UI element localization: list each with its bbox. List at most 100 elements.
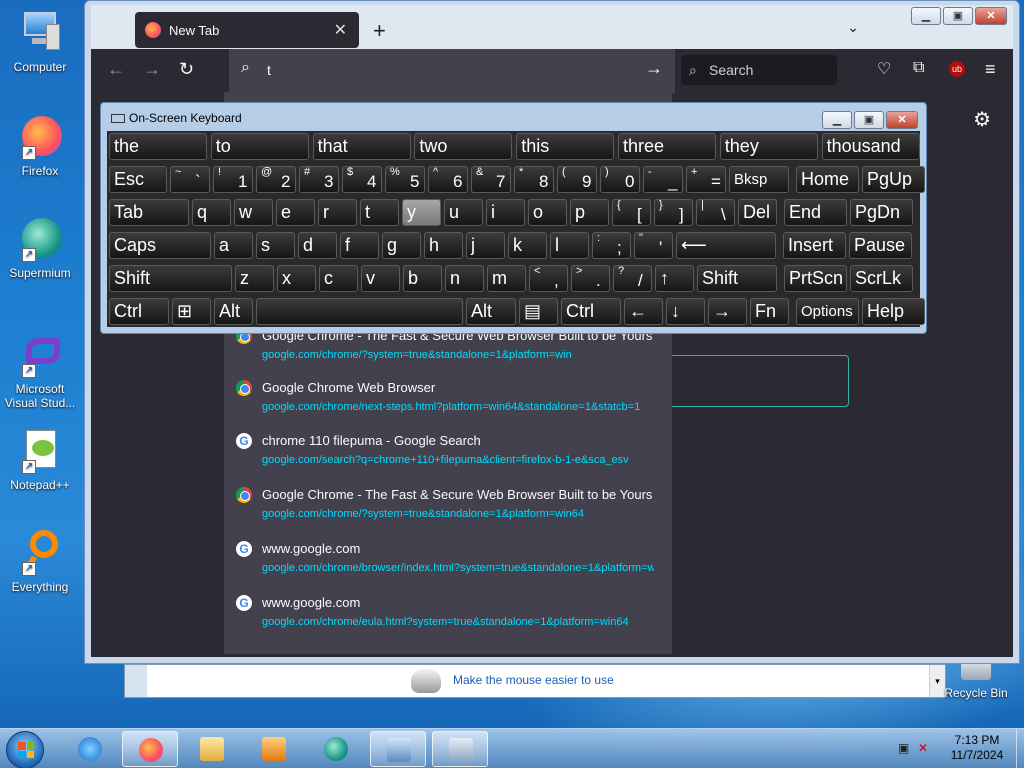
taskbar-supermium[interactable] [308,731,364,767]
pocket-icon[interactable]: ♡ [877,59,891,79]
key-d[interactable]: d [298,232,337,259]
list-all-tabs-button[interactable]: ⌄ [847,19,859,36]
close-button[interactable]: ✕ [886,111,918,129]
key-,[interactable]: <, [529,265,568,292]
taskbar-media-player[interactable] [246,731,302,767]
key-.[interactable]: >. [571,265,610,292]
key-Home[interactable]: Home [796,166,859,193]
key-9[interactable]: (9 [557,166,597,193]
key-n[interactable]: n [445,265,484,292]
start-button[interactable] [6,731,44,768]
key-i[interactable]: i [486,199,525,226]
key-Alt[interactable]: Alt [466,298,516,325]
close-button[interactable]: ✕ [975,7,1007,25]
desktop-icon-firefox[interactable]: ↗ Firefox [4,112,76,178]
show-desktop-button[interactable] [1016,729,1024,768]
key-Ctrl[interactable]: Ctrl [561,298,621,325]
key-6[interactable]: ^ 6 [428,166,468,193]
key-/[interactable]: ? / [613,265,652,292]
key-⊞[interactable]: ⊞ [172,298,211,325]
key-k[interactable]: k [508,232,547,259]
key-e[interactable]: e [276,199,315,226]
settings-gear-icon[interactable]: ⚙ [973,107,991,132]
back-icon[interactable]: ← [107,59,125,80]
key-3[interactable]: #3 [299,166,339,193]
key-;[interactable]: :; [592,232,631,259]
key-Ctrl[interactable]: Ctrl [109,298,169,325]
key-j[interactable]: j [466,232,505,259]
search-box-outline[interactable] [669,355,849,407]
key-z[interactable]: z [235,265,274,292]
key-▤[interactable]: ▤ [519,298,558,325]
key-r[interactable]: r [318,199,357,226]
key-Caps[interactable]: Caps [109,232,211,259]
key-2[interactable]: @2 [256,166,296,193]
key-7[interactable]: & 7 [471,166,511,193]
key-b[interactable]: b [403,265,442,292]
key-Pause[interactable]: Pause [849,232,912,259]
desktop-icon-recycle-bin[interactable]: Recycle Bin [944,660,1008,700]
key-space[interactable] [256,298,463,325]
extensions-icon[interactable]: ⧉ [913,59,924,77]
url-input[interactable]: t [267,62,271,78]
key-f[interactable]: f [340,232,379,259]
key-m[interactable]: m [487,265,526,292]
key-g[interactable]: g [382,232,421,259]
key-w[interactable]: w [234,199,273,226]
key-↑[interactable]: ↑ [655,265,694,292]
key-'[interactable]: " ' [634,232,673,259]
key-Tab[interactable]: Tab [109,199,189,226]
minimize-button[interactable]: ▁ [822,111,852,129]
key-Shift[interactable]: Shift [109,265,232,292]
key-8[interactable]: * 8 [514,166,554,193]
ublock-icon[interactable]: ub [949,61,965,77]
minimize-button[interactable]: ▁ [911,7,941,25]
key-↓[interactable]: ↓ [666,298,705,325]
key-4[interactable]: $4 [342,166,382,193]
search-bar[interactable]: ⌕ Search [681,55,837,85]
key-Options[interactable]: Options [796,298,859,325]
suggestion-item[interactable]: Google Chrome - The Fast & Secure Web Br… [224,481,672,533]
key-=[interactable]: + = [686,166,726,193]
key-c[interactable]: c [319,265,358,292]
key-←[interactable]: ← [624,298,663,325]
key-p[interactable]: p [570,199,609,226]
tab-new-tab[interactable]: New Tab ✕ [135,12,359,48]
taskbar-ie[interactable] [62,731,118,767]
key-Fn[interactable]: Fn [750,298,789,325]
key-x[interactable]: x [277,265,316,292]
prediction-1[interactable]: to [210,133,309,160]
reload-icon[interactable]: ↻ [179,59,194,80]
key-Esc[interactable]: Esc [109,166,167,193]
key-h[interactable]: h [424,232,463,259]
scrollbar-down-arrow[interactable]: ▾ [929,665,945,697]
prediction-0[interactable]: the [109,133,207,160]
suggestion-item[interactable]: Google Chrome Web Browser google.com/chr… [224,374,672,426]
make-mouse-easier-link[interactable]: Make the mouse easier to use [453,673,614,687]
desktop-icon-computer[interactable]: Computer [4,8,76,74]
volume-muted-icon[interactable]: ✕ [918,741,934,755]
maximize-button[interactable]: ▣ [943,7,973,25]
suggestion-item[interactable]: G www.google.com google.com/chrome/brows… [224,535,672,587]
key-u[interactable]: u [444,199,483,226]
desktop-icon-notepadpp[interactable]: ↗ Notepad++ [4,426,76,492]
key-`[interactable]: ~ ` [170,166,210,193]
prediction-6[interactable]: they [719,133,818,160]
key-PrtScn[interactable]: PrtScn [784,265,847,292]
key-o[interactable]: o [528,199,567,226]
key-Shift[interactable]: Shift [697,265,777,292]
key-q[interactable]: q [192,199,231,226]
taskbar-firefox[interactable] [122,731,178,767]
key-s[interactable]: s [256,232,295,259]
prediction-5[interactable]: three [618,133,716,160]
key-Del[interactable]: Del [738,199,777,226]
key-l[interactable]: l [550,232,589,259]
key-v[interactable]: v [361,265,400,292]
prediction-2[interactable]: that [312,133,411,160]
go-arrow-icon[interactable]: → [645,58,663,79]
key-Help[interactable]: Help [862,298,925,325]
suggestion-item[interactable]: G www.google.com google.com/chrome/eula.… [224,589,672,641]
key-PgDn[interactable]: PgDn [850,199,913,226]
taskbar-control-panel[interactable] [370,731,426,767]
key-t[interactable]: t [360,199,399,226]
